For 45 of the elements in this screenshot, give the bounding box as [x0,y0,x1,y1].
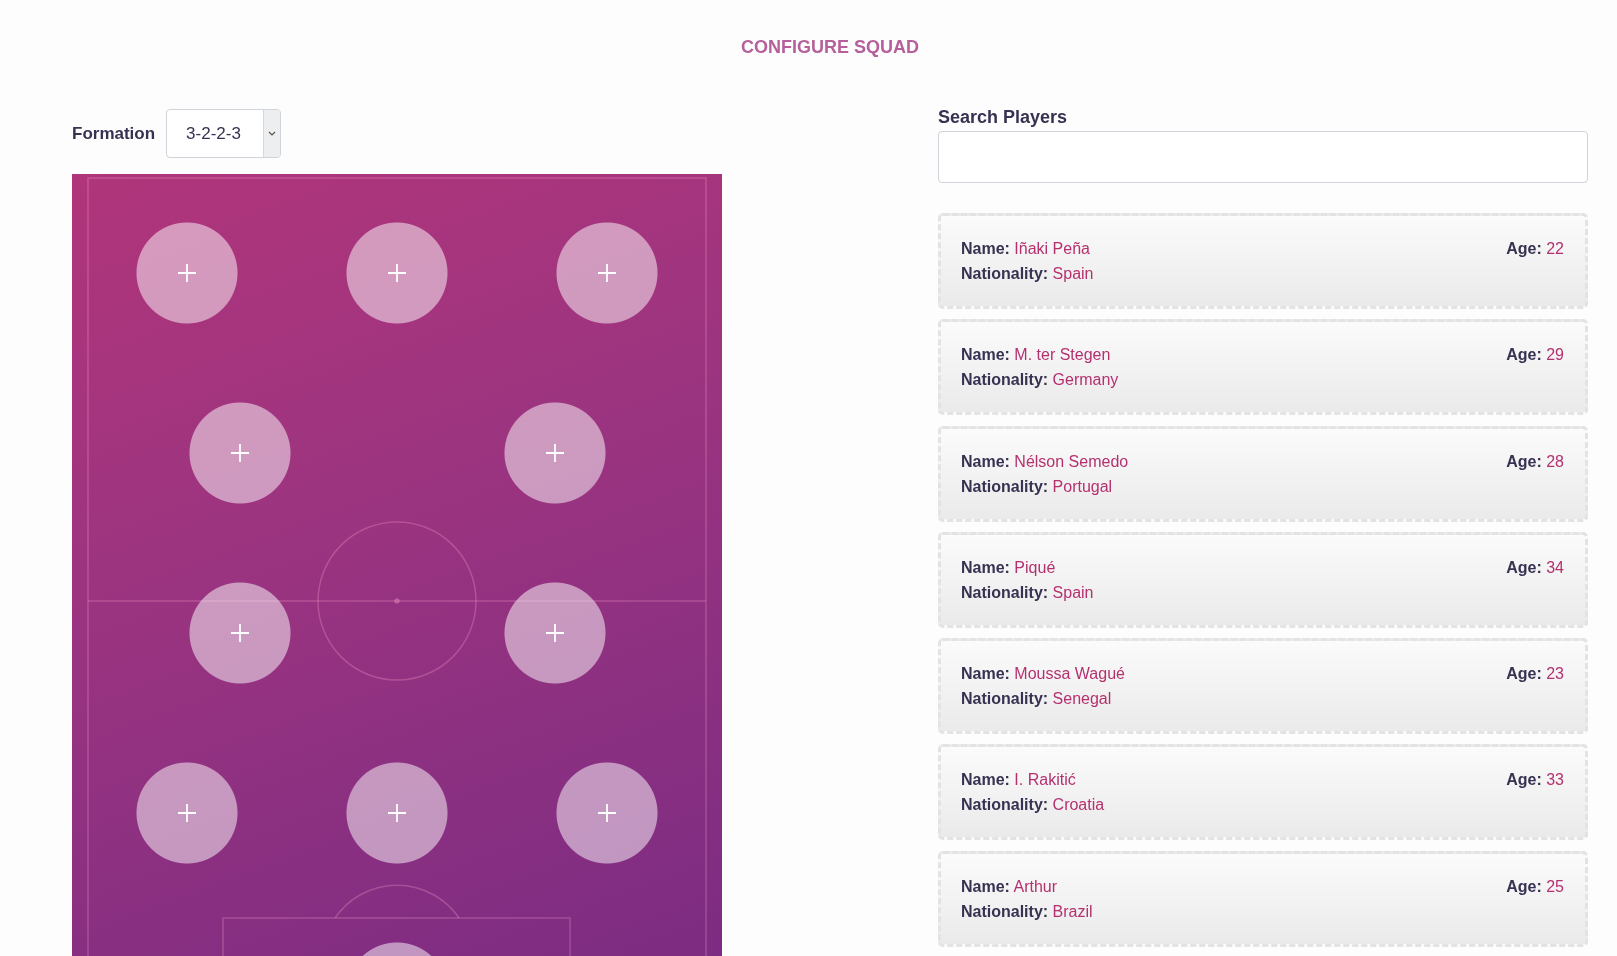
plus-icon [230,444,249,462]
plus-icon [598,804,616,822]
formation-label: Formation [72,122,156,145]
player-age: Age: 33 [1506,770,1564,791]
player-nationality: Nationality: Portugal [961,476,1113,497]
player-name: Name: I. Rakitić [961,770,1076,791]
plus-icon [178,264,196,282]
player-age: Age: 25 [1506,876,1564,897]
plus-icon [388,264,406,282]
search-field[interactable] [938,131,1588,183]
plus-icon [545,444,564,462]
player-card[interactable]: Name: Nélson Semedo Age: 28 Nationality: Portugal [938,425,1588,522]
player-name: Name: Iñaki Peña [961,239,1090,259]
search-label: Search Players [938,106,1068,129]
player-age: Age: 34 [1506,557,1564,578]
center-spot [394,598,400,604]
player-name: Name: Moussa Wagué [961,664,1125,685]
player-nationality: Nationality: Spain [961,582,1094,603]
player-nationality: Nationality: Spain [961,264,1094,284]
player-name: Name: Nélson Semedo [961,451,1129,472]
player-nationality: Nationality: Germany [961,370,1119,391]
plus-icon [388,804,406,822]
player-name: Name: M. ter Stegen [961,345,1111,366]
plus-icon [545,624,564,642]
player-card[interactable]: Name: M. ter Stegen Age: 29 Nationality: Germany [938,319,1588,416]
chevron-down-icon [263,110,281,157]
formation-select[interactable]: 3-2-2-3 [166,109,282,158]
plus-icon [178,804,196,822]
plus-icon [230,624,249,642]
player-nationality: Nationality: Brazil [961,901,1093,922]
plus-icon [598,264,616,282]
player-card[interactable]: Name: Arthur Age: 25 Nationality: Brazil [938,850,1588,947]
player-name: Name: Arthur [961,876,1058,897]
player-card[interactable]: Name: Moussa Wagué Age: 23 Nationality: Senegal [938,638,1588,735]
player-card[interactable]: Name: Iñaki Peña Age: 22 Nationality: Spain [938,213,1588,309]
player-nationality: Nationality: Senegal [961,689,1112,710]
player-card[interactable]: Name: I. Rakitić Age: 33 Nationality: Croatia [938,744,1588,841]
player-age: Age: 29 [1506,345,1564,366]
player-name: Name: Piqué [961,557,1056,578]
page-title: CONFIGURE SQUAD [741,36,919,58]
player-card[interactable]: Name: Piqué Age: 34 Nationality: Spain [938,531,1588,628]
player-nationality: Nationality: Croatia [961,795,1105,816]
player-age: Age: 23 [1506,664,1564,685]
player-age: Age: 22 [1506,239,1564,259]
player-age: Age: 28 [1506,451,1564,472]
